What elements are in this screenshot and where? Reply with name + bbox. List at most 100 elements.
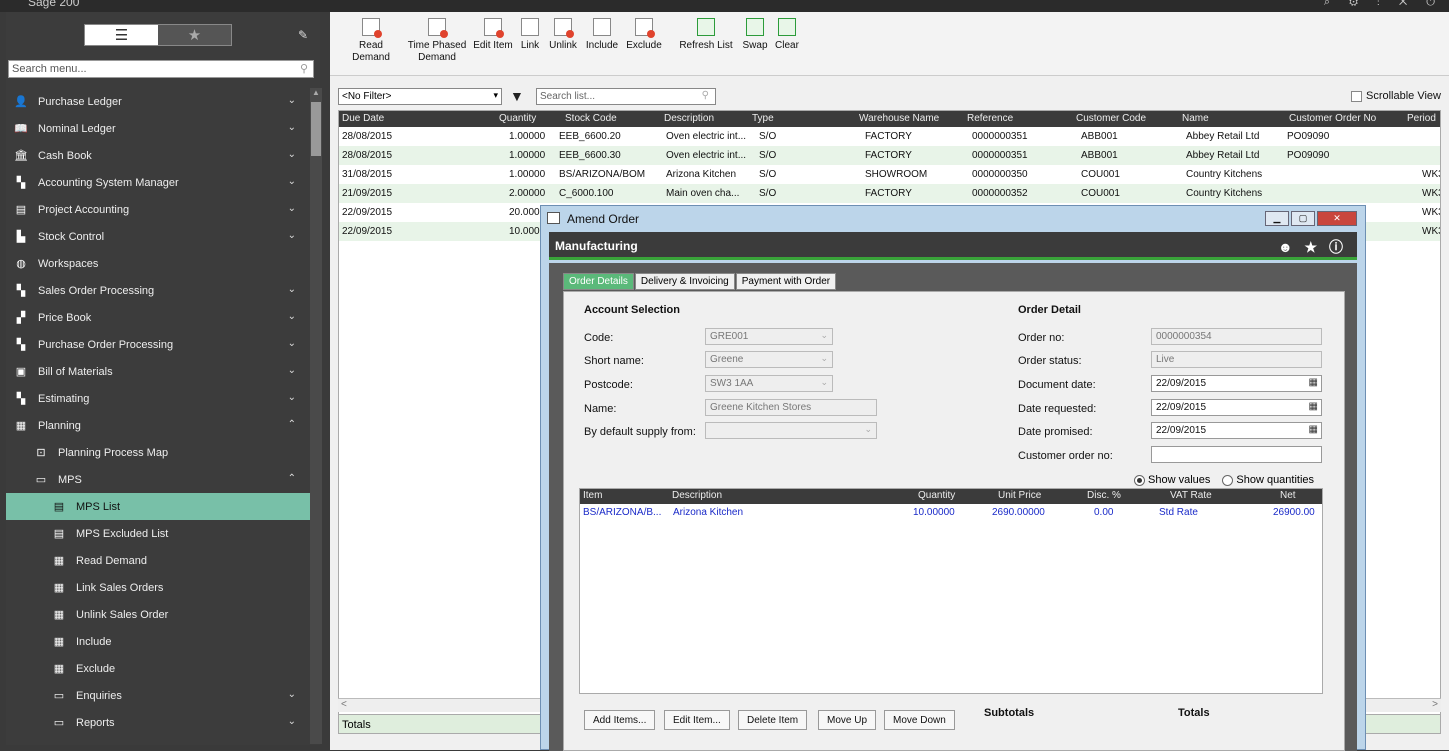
column-header[interactable]: Unit Price xyxy=(998,490,1041,501)
column-header[interactable]: Quantity xyxy=(918,490,955,501)
radio-selected-icon[interactable] xyxy=(1134,474,1145,486)
sidebar-item[interactable]: 🏛 Cash Book ⌄ xyxy=(6,142,310,169)
tab-delivery-invoicing[interactable]: Delivery & Invoicing xyxy=(634,273,735,290)
star-icon[interactable]: ★ xyxy=(158,25,231,45)
postcode-field[interactable]: SW3 1AA ⌄ xyxy=(705,375,833,392)
sidebar-item[interactable]: ▚ Accounting System Manager ⌄ xyxy=(6,169,310,196)
close-button[interactable]: ✕ xyxy=(1317,211,1357,226)
tab-order-details[interactable]: Order Details xyxy=(563,273,634,290)
calendar-icon[interactable]: ▦ xyxy=(1309,377,1318,388)
sidebar-item[interactable]: ▤ Project Accounting ⌄ xyxy=(6,196,310,223)
sidebar-item[interactable]: ▚ Sales Order Processing ⌄ xyxy=(6,277,310,304)
delete-item-button[interactable]: Delete Item xyxy=(738,710,808,730)
search-list-input[interactable]: Search list... ⚲ xyxy=(536,88,716,105)
date-requested-field[interactable]: 22/09/2015 ▦ xyxy=(1151,399,1322,416)
table-row[interactable]: BS/ARIZONA/B... Arizona Kitchen 10.00000 26… xyxy=(580,504,1322,521)
chevron-icon[interactable]: ⌄ xyxy=(288,203,296,214)
edit-pen-icon[interactable]: ✎ xyxy=(298,28,308,42)
edit-item-button[interactable]: Edit Item xyxy=(472,18,514,52)
chevron-icon[interactable]: ⌄ xyxy=(288,716,296,727)
table-row[interactable]: 28/08/2015 1.00000 EEB_6600.30 Oven electri… xyxy=(339,146,1440,165)
sidebar-item[interactable]: 👤 Purchase Ledger ⌄ xyxy=(6,88,310,115)
column-header[interactable]: Warehouse Name xyxy=(859,113,939,124)
calendar-icon[interactable]: ▦ xyxy=(1309,401,1318,412)
chevron-icon[interactable]: ⌄ xyxy=(288,338,296,349)
chevron-icon[interactable]: ⌃ xyxy=(288,419,296,430)
document-date-field[interactable]: 22/09/2015 ▦ xyxy=(1151,375,1322,392)
dialog-title-bar[interactable]: Amend Order ▁ ▢ ✕ xyxy=(541,206,1365,231)
column-header[interactable]: Quantity xyxy=(499,113,536,124)
scroll-up-icon[interactable]: ▲ xyxy=(312,88,320,97)
column-header[interactable]: Customer Code xyxy=(1076,113,1146,124)
chevron-icon[interactable]: ⌄ xyxy=(288,122,296,133)
sidebar-item[interactable]: ▚ Purchase Order Processing ⌄ xyxy=(6,331,310,358)
menu-icon[interactable]: ☰ xyxy=(85,25,158,45)
sidebar-item[interactable]: 📖 Nominal Ledger ⌄ xyxy=(6,115,310,142)
column-header[interactable]: Type xyxy=(752,113,774,124)
column-header[interactable]: Reference xyxy=(967,113,1013,124)
short-name-field[interactable]: Greene ⌄ xyxy=(705,351,833,368)
tab-payment-with-order[interactable]: Payment with Order xyxy=(735,273,837,290)
move-up-button[interactable]: Move Up xyxy=(818,710,877,730)
window-controls[interactable]: ⌕ ⚙ ⋮ ✕ ⏻ xyxy=(1324,0,1443,9)
column-header[interactable]: Item xyxy=(583,490,602,501)
edit-item-button[interactable]: Edit Item... xyxy=(664,710,730,730)
column-header[interactable]: Net xyxy=(1280,490,1296,501)
chevron-icon[interactable]: ⌄ xyxy=(288,176,296,187)
sidebar-item[interactable]: ▦ Link Sales Orders xyxy=(6,574,310,601)
chevron-icon[interactable]: ⌃ xyxy=(288,473,296,484)
table-row[interactable]: 21/09/2015 2.00000 C_6000.100 Main oven cha… xyxy=(339,184,1440,203)
date-promised-field[interactable]: 22/09/2015 ▦ xyxy=(1151,422,1322,439)
read-demand-button[interactable]: Read Demand xyxy=(340,18,402,64)
unlink-button[interactable]: Unlink xyxy=(546,18,580,52)
chevron-icon[interactable]: ⌄ xyxy=(288,689,296,700)
scrollable-view-checkbox[interactable]: Scrollable View xyxy=(1350,90,1441,102)
sidebar-item[interactable]: ▙ Stock Control ⌄ xyxy=(6,223,310,250)
chevron-icon[interactable]: ⌄ xyxy=(288,95,296,106)
sidebar-item[interactable]: ▚ Estimating ⌄ xyxy=(6,385,310,412)
sidebar-item[interactable]: ▦ Planning ⌃ xyxy=(6,412,310,439)
sidebar-scrollbar[interactable]: ▲ xyxy=(310,88,322,744)
show-values-radio[interactable]: Show values xyxy=(1134,474,1210,486)
column-header[interactable]: Period xyxy=(1407,113,1436,124)
scroll-right-icon[interactable]: > xyxy=(1432,699,1438,710)
column-header[interactable]: Customer Order No xyxy=(1289,113,1376,124)
sidebar-item[interactable]: ▭ Enquiries ⌄ xyxy=(6,682,310,709)
move-down-button[interactable]: Move Down xyxy=(884,710,955,730)
sidebar-item[interactable]: ▦ Exclude xyxy=(6,655,310,682)
add-items-button[interactable]: Add Items... xyxy=(584,710,656,730)
chevron-icon[interactable]: ⌄ xyxy=(288,230,296,241)
sidebar-item[interactable]: ▦ Include xyxy=(6,628,310,655)
table-row[interactable]: 28/08/2015 1.00000 EEB_6600.20 Oven electri… xyxy=(339,127,1440,146)
sidebar-item[interactable]: ▦ Unlink Sales Order xyxy=(6,601,310,628)
column-header[interactable]: Due Date xyxy=(342,113,384,124)
time-phased-demand-button[interactable]: Time Phased Demand xyxy=(406,18,468,64)
sidebar-item[interactable]: ⊡ Planning Process Map xyxy=(6,439,310,466)
filter-icon[interactable]: ▼ xyxy=(510,88,524,104)
clear-button[interactable]: Clear xyxy=(772,18,802,52)
link-button[interactable]: Link xyxy=(518,18,542,52)
customer-order-no-field[interactable] xyxy=(1151,446,1322,463)
scrollbar-thumb[interactable] xyxy=(311,102,321,156)
sidebar-item[interactable]: ▤ MPS Excluded List xyxy=(6,520,310,547)
name-field[interactable]: Greene Kitchen Stores xyxy=(705,399,877,416)
sidebar-item[interactable]: ◍ Workspaces xyxy=(6,250,310,277)
exclude-button[interactable]: Exclude xyxy=(624,18,664,52)
column-header[interactable]: VAT Rate xyxy=(1170,490,1212,501)
chevron-icon[interactable]: ⌄ xyxy=(288,392,296,403)
sidebar-item[interactable]: ▭ MPS ⌃ xyxy=(6,466,310,493)
sidebar-item[interactable]: ▭ Reports ⌄ xyxy=(6,709,310,736)
default-supply-field[interactable]: ⌄ xyxy=(705,422,877,439)
refresh-list-button[interactable]: Refresh List xyxy=(678,18,734,52)
chevron-icon[interactable]: ⌄ xyxy=(288,365,296,376)
chevron-icon[interactable]: ⌄ xyxy=(288,311,296,322)
search-menu-input[interactable]: Search menu... ⚲ xyxy=(8,60,314,78)
sidebar-item[interactable]: ▣ Bill of Materials ⌄ xyxy=(6,358,310,385)
minimize-button[interactable]: ▁ xyxy=(1265,211,1289,226)
sidebar-item[interactable]: ▞ Price Book ⌄ xyxy=(6,304,310,331)
code-field[interactable]: GRE001 ⌄ xyxy=(705,328,833,345)
radio-icon[interactable] xyxy=(1222,474,1234,486)
include-button[interactable]: Include xyxy=(582,18,622,52)
banner-icons[interactable]: ☻ ★ ⓘ xyxy=(1278,237,1347,257)
column-header[interactable]: Description xyxy=(664,113,714,124)
